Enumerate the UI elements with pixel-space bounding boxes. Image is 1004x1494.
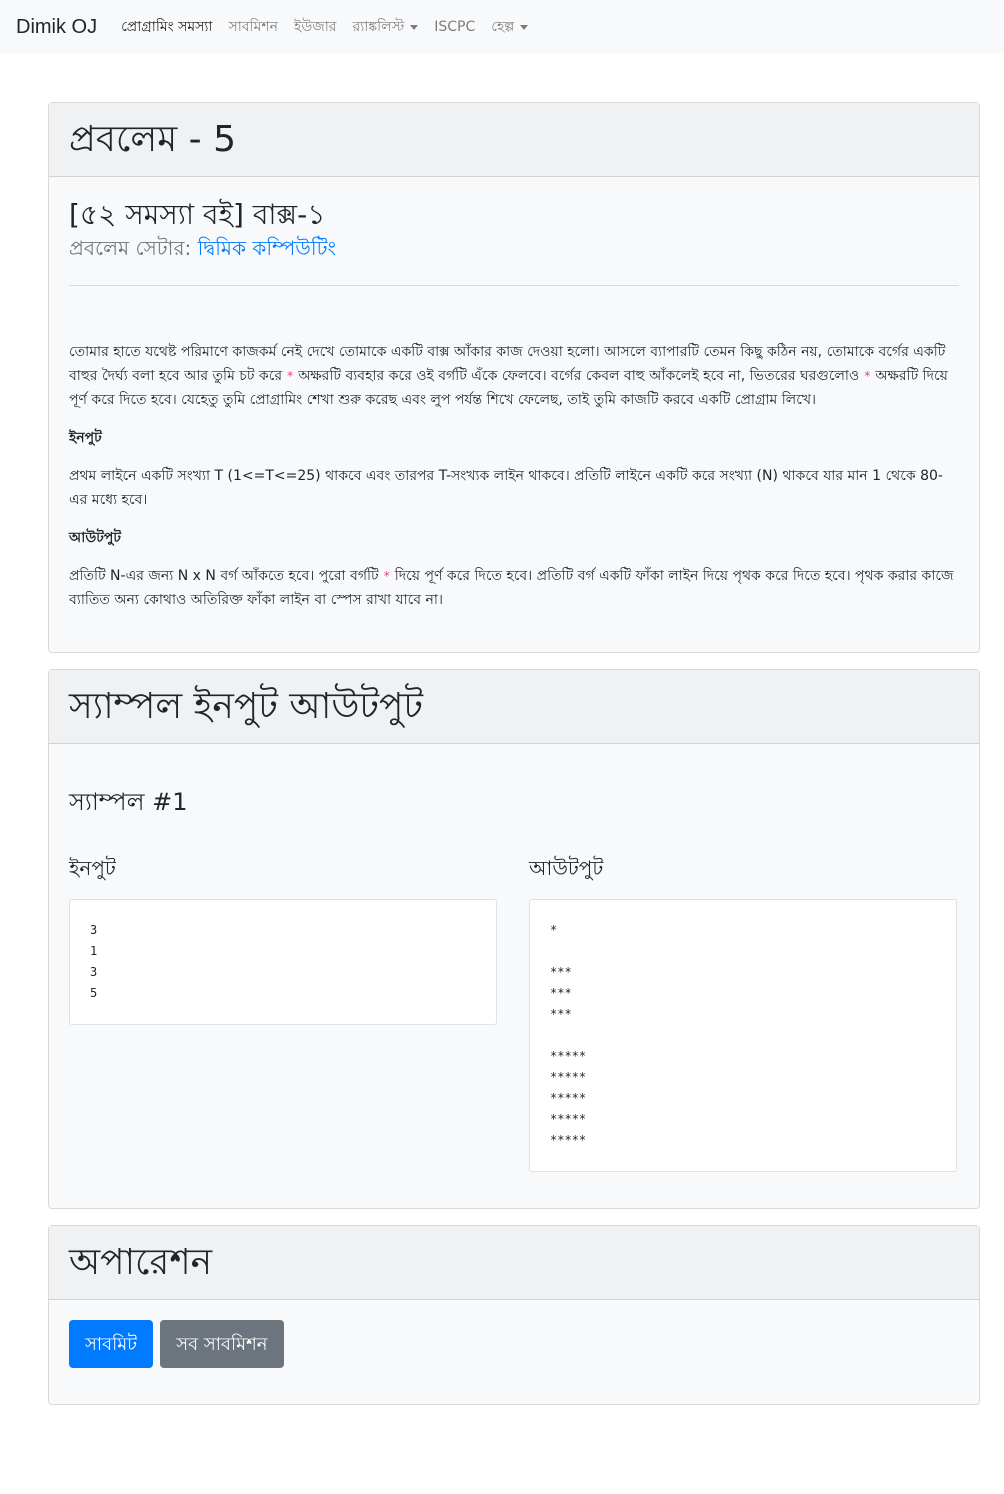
sample-card-body: স্যাম্পল #1 ইনপুট 3 1 3 5 আউটপুট * *** *… xyxy=(49,744,979,1208)
problem-description: তোমার হাতে যথেষ্ট পরিমাণে কাজকর্ম নেই দে… xyxy=(69,340,959,412)
sample-card: স্যাম্পল ইনপুট আউটপুট স্যাম্পল #1 ইনপুট … xyxy=(48,669,980,1209)
nav-label: প্রোগ্রামিং সমস্যা xyxy=(121,19,213,35)
star-code: * xyxy=(286,369,294,383)
nav-label: র‍্যাঙ্কলিস্ট xyxy=(352,19,405,35)
sample-input-col: ইনপুট 3 1 3 5 xyxy=(69,854,497,1172)
input-description: প্রথম লাইনে একটি সংখ্যা T (1<=T<=25) থাক… xyxy=(69,468,943,508)
problem-card: প্রবলেম - 5 [৫২ সমস্যা বই] বাক্স-১ প্রবল… xyxy=(48,102,980,653)
nav-label: ISCPC xyxy=(434,19,476,35)
brand-logo[interactable]: Dimik OJ xyxy=(16,16,97,39)
sample-heading: স্যাম্পল ইনপুট আউটপুট xyxy=(69,685,424,727)
chevron-down-icon xyxy=(520,24,529,30)
sample-title: স্যাম্পল #1 xyxy=(69,788,188,816)
sample-output-col: আউটপুট * *** *** *** ***** ***** ***** *… xyxy=(529,854,957,1172)
desc-text: প্রতিটি N-এর জন্য N x N বর্গ আঁকতে হবে। … xyxy=(69,568,379,584)
operation-card-header: অপারেশন xyxy=(49,1226,979,1300)
sample-io-row: ইনপুট 3 1 3 5 আউটপুট * *** *** *** *****… xyxy=(69,854,959,1172)
problem-setter: প্রবলেম সেটার: দ্বিমিক কম্পিউটিং xyxy=(69,234,959,267)
operation-card: অপারেশন সাবমিট সব সাবমিশন xyxy=(48,1225,980,1405)
problem-card-body: [৫২ সমস্যা বই] বাক্স-১ প্রবলেম সেটার: দ্… xyxy=(49,177,979,652)
divider xyxy=(69,285,959,286)
sample-output-box[interactable]: * *** *** *** ***** ***** ***** ***** **… xyxy=(529,899,957,1172)
problem-title: [৫২ সমস্যা বই] বাক্স-১ xyxy=(69,198,326,231)
main-container: প্রবলেম - 5 [৫২ সমস্যা বই] বাক্স-১ প্রবল… xyxy=(0,54,1004,1405)
nav-item-users[interactable]: ইউজার xyxy=(294,15,336,39)
nav-item-problems[interactable]: প্রোগ্রামিং সমস্যা xyxy=(121,15,212,39)
output-heading: আউটপুট xyxy=(69,530,121,546)
operation-card-body: সাবমিট সব সাবমিশন xyxy=(49,1300,979,1404)
nav-item-submissions[interactable]: সাবমিশন xyxy=(229,15,279,39)
sample-card-header: স্যাম্পল ইনপুট আউটপুট xyxy=(49,670,979,744)
input-heading: ইনপুট xyxy=(69,430,102,446)
nav-label: ইউজার xyxy=(294,19,337,35)
submit-button[interactable]: সাবমিট xyxy=(69,1320,154,1368)
sample-input-box[interactable]: 3 1 3 5 xyxy=(69,899,497,1025)
nav-label: হেল্প xyxy=(491,19,515,35)
problem-number-heading: প্রবলেম - 5 xyxy=(69,118,236,160)
problem-card-header: প্রবলেম - 5 xyxy=(49,103,979,177)
desc-text: অক্ষরটি ব্যবহার করে ওই বর্গটি এঁকে ফেলবে… xyxy=(298,368,860,384)
nav-item-help[interactable]: হেল্প xyxy=(491,15,529,39)
output-description: প্রতিটি N-এর জন্য N x N বর্গ আঁকতে হবে। … xyxy=(69,564,959,612)
operation-heading: অপারেশন xyxy=(69,1241,213,1283)
star-code: * xyxy=(383,569,391,583)
sample-input-label: ইনপুট xyxy=(69,856,116,880)
nav-item-iscpc[interactable]: ISCPC xyxy=(434,19,475,35)
all-submissions-button[interactable]: সব সাবমিশন xyxy=(160,1320,284,1368)
nav-item-ranklist[interactable]: র‍্যাঙ্কলিস্ট xyxy=(353,15,419,39)
top-navbar: Dimik OJ প্রোগ্রামিং সমস্যা সাবমিশন ইউজা… xyxy=(0,0,1004,54)
star-code: * xyxy=(863,369,871,383)
chevron-down-icon xyxy=(410,24,419,30)
setter-link[interactable]: দ্বিমিক কম্পিউটিং xyxy=(198,236,336,260)
nav-label: সাবমিশন xyxy=(228,19,279,35)
setter-label: প্রবলেম সেটার: xyxy=(69,236,192,260)
sample-output-label: আউটপুট xyxy=(529,856,604,880)
